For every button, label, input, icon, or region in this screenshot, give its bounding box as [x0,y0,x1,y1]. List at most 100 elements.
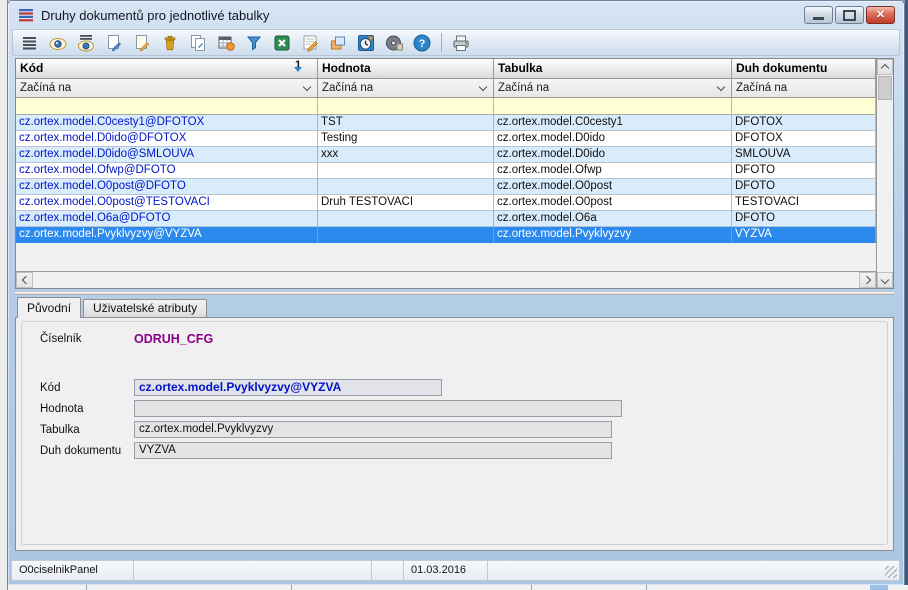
disc-icon [384,33,404,53]
table-row[interactable]: cz.ortex.model.C0cesty1@DFOTOX TST cz.or… [16,115,876,131]
grid-rows-button[interactable] [18,31,42,54]
note-edit-icon [300,33,320,53]
history-button[interactable] [354,31,378,54]
column-header-hodnota[interactable]: Hodnota [318,59,494,79]
close-button[interactable]: ✕ [866,6,895,24]
minimize-button[interactable] [804,6,833,24]
scroll-right-button[interactable] [859,272,876,288]
delete-trash-icon [160,33,180,53]
document-copy-icon [188,33,208,53]
filter-combo-duh-dokumentu[interactable]: Začíná na [732,79,876,98]
filter-input-tabulka[interactable] [494,98,732,115]
disc-button[interactable] [382,31,406,54]
column-header-label: Duh dokumentu [736,61,827,75]
tabulka-field[interactable]: cz.ortex.model.Pvyklvyzvy [134,421,612,438]
table-wizard-button[interactable] [214,31,238,54]
filter-input-duh-dokumentu[interactable] [732,98,876,115]
splitter-handle[interactable] [15,291,894,295]
cell-tabulka: cz.ortex.model.C0cesty1 [494,115,732,131]
column-header-kod[interactable]: Kód 1 [16,59,318,79]
window-icon [18,7,34,23]
grid-empty-area [16,243,876,271]
column-header-duh-dokumentu[interactable]: Duh dokumentu [732,59,876,79]
hodnota-field[interactable] [134,400,622,417]
table-row-selected[interactable]: cz.ortex.model.Pvyklvyzvy@VYZVA cz.ortex… [16,227,876,243]
chevron-up-icon [881,64,889,72]
vertical-scroll-track[interactable] [877,101,893,272]
help-button[interactable]: ? [410,31,434,54]
horizontal-scroll-track[interactable] [33,272,859,288]
vertical-scroll-thumb[interactable] [878,76,892,100]
filter-button[interactable] [242,31,266,54]
cell-hodnota [318,179,494,195]
records-grid: Kód 1 Hodnota Tabulka Duh dokumentu Začí… [15,58,894,289]
document-edit-button[interactable] [130,31,154,54]
filter-operator-label: Začíná na [736,79,787,97]
chevron-down-icon [303,83,311,91]
document-copy-button[interactable] [186,31,210,54]
sort-direction-arrow-icon [294,67,302,79]
column-header-label: Tabulka [498,61,542,75]
chevron-down-icon [479,83,487,91]
ciselnik-value: ODRUH_CFG [134,332,213,346]
filter-input-hodnota[interactable] [318,98,494,115]
filter-combo-tabulka[interactable]: Začíná na [494,79,732,98]
note-edit-button[interactable] [298,31,322,54]
cell-tabulka: cz.ortex.model.Pvyklvyzvy [494,227,732,243]
print-button[interactable] [449,31,473,54]
column-header-tabulka[interactable]: Tabulka [494,59,732,79]
filter-operator-label: Začíná na [322,79,373,97]
resize-grip[interactable] [885,566,897,578]
cell-druh: DFOTO [732,179,876,195]
filter-combo-hodnota[interactable]: Začíná na [318,79,494,98]
filter-input-kod[interactable] [16,98,318,115]
cell-hodnota: Druh TESTOVACI [318,195,494,211]
table-row[interactable]: cz.ortex.model.O6a@DFOTO cz.ortex.model.… [16,211,876,227]
cell-hodnota [318,211,494,227]
hodnota-field-label: Hodnota [40,403,134,415]
cell-kod: cz.ortex.model.O6a@DFOTO [16,211,318,227]
panels-copy-icon [328,33,348,53]
filter-combo-kod[interactable]: Začíná na [16,79,318,98]
column-header-label: Hodnota [322,61,371,75]
filter-operator-label: Začíná na [20,79,71,97]
view-list-button[interactable] [74,31,98,54]
background-divider [646,585,647,590]
table-row[interactable]: cz.ortex.model.O0post@DFOTO cz.ortex.mod… [16,179,876,195]
grid-rows-icon [20,33,40,53]
chevron-down-icon [717,83,725,91]
view-record-button[interactable] [46,31,70,54]
cell-kod: cz.ortex.model.Ofwp@DFOTO [16,163,318,179]
document-new-button[interactable] [102,31,126,54]
window-title: Druhy dokumentů pro jednotlivé tabulky [41,8,269,23]
duh-dokumentu-field[interactable]: VYZVA [134,442,612,459]
scroll-down-button[interactable] [877,272,893,288]
tab-uzivatelske-atributy[interactable]: Uživatelské atributy [83,299,207,317]
view-list-icon [76,33,96,53]
panels-copy-button[interactable] [326,31,350,54]
scroll-left-button[interactable] [16,272,33,288]
vertical-scrollbar[interactable] [876,59,893,288]
status-date: 01.03.2016 [404,561,488,580]
maximize-button[interactable] [835,6,864,24]
cell-tabulka: cz.ortex.model.D0ido [494,147,732,163]
table-row[interactable]: cz.ortex.model.Ofwp@DFOTO cz.ortex.model… [16,163,876,179]
title-bar[interactable]: Druhy dokumentů pro jednotlivé tabulky ✕ [8,1,904,29]
tab-puvodni[interactable]: Původní [17,297,81,318]
cell-kod: cz.ortex.model.Pvyklvyzvy@VYZVA [16,227,318,243]
tabulka-field-label: Tabulka [40,424,134,436]
cell-kod: cz.ortex.model.O0post@TESTOVACI [16,195,318,211]
filter-operator-label: Začíná na [498,79,549,97]
status-section-empty-2 [372,561,404,580]
table-row[interactable]: cz.ortex.model.O0post@TESTOVACI Druh TES… [16,195,876,211]
delete-button[interactable] [158,31,182,54]
excel-export-button[interactable] [270,31,294,54]
kod-field[interactable]: cz.ortex.model.Pvyklvyzvy@VYZVA [134,379,442,396]
scroll-up-button[interactable] [877,59,893,75]
chevron-right-icon [862,276,870,284]
table-row[interactable]: cz.ortex.model.D0ido@SMLOUVA xxx cz.orte… [16,147,876,163]
screen: Druhy dokumentů pro jednotlivé tabulky ✕ [0,0,908,590]
table-row[interactable]: cz.ortex.model.D0ido@DFOTOX Testing cz.o… [16,131,876,147]
horizontal-scrollbar[interactable] [16,271,876,288]
cell-kod: cz.ortex.model.D0ido@DFOTOX [16,131,318,147]
